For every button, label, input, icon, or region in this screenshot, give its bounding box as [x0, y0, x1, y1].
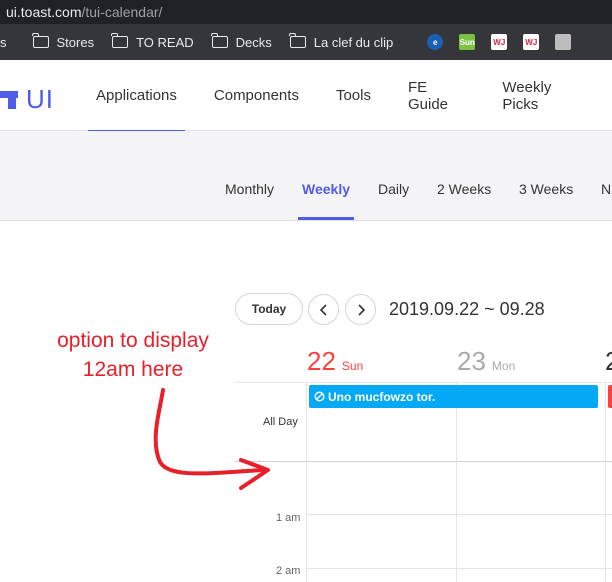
annotation-arrow-icon	[153, 388, 270, 490]
screenshot: ui.toast.com /tui-calendar/ s Stores TO …	[0, 0, 612, 582]
